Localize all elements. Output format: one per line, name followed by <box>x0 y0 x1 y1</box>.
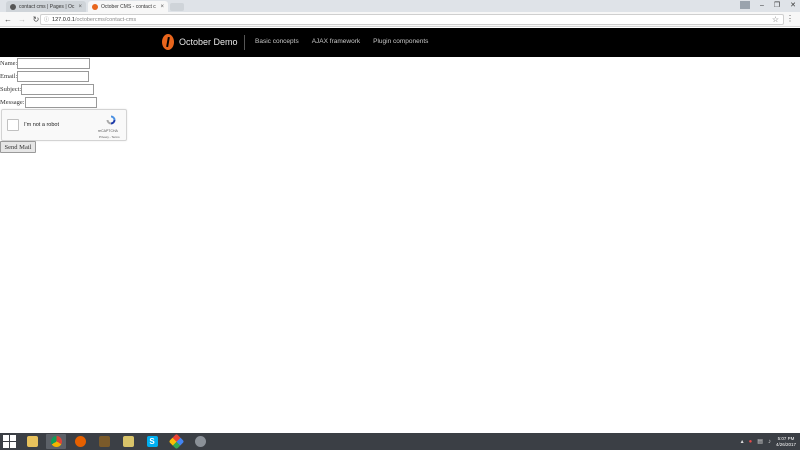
taskbar-apps: S <box>22 433 210 450</box>
nav-link-plugin-components[interactable]: Plugin components <box>373 38 428 45</box>
clock-date: 4/26/2017 <box>775 441 796 447</box>
tab-title: contact cms | Pages | Oc <box>19 3 75 10</box>
bookmark-star-icon[interactable]: ☆ <box>772 15 779 24</box>
folder-icon[interactable] <box>118 434 138 449</box>
browser-menu-icon[interactable]: ⋮ <box>786 14 794 23</box>
close-icon[interactable]: × <box>160 4 164 10</box>
minimize-icon[interactable]: – <box>760 2 764 9</box>
name-row: Name: <box>0 57 97 70</box>
chrome-icon[interactable] <box>46 434 66 449</box>
browser-tab-strip: contact cms | Pages | Oc × October CMS -… <box>0 0 800 12</box>
brand-name: October Demo <box>179 37 238 47</box>
settings-app-icon[interactable] <box>190 434 210 449</box>
system-tray: ▴ ● ▤ ♪ 5:07 PM 4/26/2017 <box>741 433 796 450</box>
android-app-icon[interactable] <box>166 433 186 450</box>
name-label: Name: <box>0 60 18 67</box>
reload-icon[interactable]: ↻ <box>32 15 40 24</box>
message-label: Message: <box>0 99 25 106</box>
file-explorer-icon[interactable] <box>22 434 42 449</box>
subject-input[interactable] <box>21 84 95 95</box>
tray-app-icon[interactable]: ● <box>749 439 753 445</box>
new-tab-button[interactable] <box>170 3 184 11</box>
firefox-icon[interactable] <box>70 434 90 449</box>
restore-icon[interactable]: ❐ <box>774 1 780 9</box>
brand-link[interactable]: October Demo <box>162 34 238 50</box>
recaptcha-brand: reCAPTCHA <box>98 129 118 133</box>
url-path: /octobercms/contact-cms <box>74 16 137 23</box>
browser-tab-pages[interactable]: contact cms | Pages | Oc × <box>6 1 86 12</box>
browser-tab-contact[interactable]: October CMS - contact c × <box>88 1 168 12</box>
recaptcha-privacy-terms[interactable]: Privacy - Terms <box>99 135 120 139</box>
recaptcha-widget: I'm not a robot reCAPTCHA Privacy - Term… <box>1 109 127 141</box>
skype-icon[interactable]: S <box>142 434 162 449</box>
nav-link-ajax-framework[interactable]: AJAX framework <box>312 38 360 45</box>
email-row: Email: <box>0 70 97 83</box>
network-icon[interactable]: ▤ <box>757 438 763 445</box>
nav-divider <box>244 35 245 50</box>
clock[interactable]: 5:07 PM 4/26/2017 <box>776 436 796 448</box>
address-bar[interactable]: ⓘ 127.0.0.1/octobercms/contact-cms ☆ <box>40 14 784 25</box>
nav-link-basic-concepts[interactable]: Basic concepts <box>255 38 299 45</box>
page-info-icon[interactable]: ⓘ <box>44 16 49 23</box>
subject-label: Subject: <box>0 86 22 93</box>
recaptcha-checkbox[interactable] <box>7 119 19 131</box>
message-input[interactable] <box>24 97 97 108</box>
recaptcha-label: I'm not a robot <box>24 122 59 128</box>
skype-letter: S <box>146 436 158 447</box>
subject-row: Subject: <box>0 83 97 96</box>
october-logo-icon <box>162 34 174 50</box>
email-label: Email: <box>0 73 18 80</box>
recaptcha-logo-icon <box>106 115 116 125</box>
profile-icon[interactable] <box>739 1 750 9</box>
october-favicon-icon <box>92 3 98 10</box>
browser-toolbar: ← → ↻ ⓘ 127.0.0.1/octobercms/contact-cms… <box>0 12 800 27</box>
name-input[interactable] <box>17 58 91 69</box>
close-icon[interactable]: × <box>78 4 82 10</box>
windows-taskbar: S ▴ ● ▤ ♪ 5:07 PM 4/26/2017 <box>0 433 800 450</box>
url-host: 127.0.0.1 <box>52 16 75 23</box>
forward-arrow-icon[interactable]: → <box>18 15 26 24</box>
github-favicon-icon <box>10 3 16 10</box>
window-controls: – ❐ ✕ <box>739 0 796 10</box>
media-app-icon[interactable] <box>94 434 114 449</box>
start-icon[interactable] <box>3 435 17 448</box>
volume-icon[interactable]: ♪ <box>768 439 771 445</box>
chevron-up-icon[interactable]: ▴ <box>741 438 744 445</box>
site-navbar: October Demo Basic concepts AJAX framewo… <box>0 28 800 57</box>
tab-title: October CMS - contact c <box>101 3 156 10</box>
contact-form: Name: Email: Subject: Message: I'm not a… <box>0 57 127 153</box>
email-input[interactable] <box>17 71 90 82</box>
nav-links: Basic concepts AJAX framework Plugin com… <box>255 38 428 45</box>
back-arrow-icon[interactable]: ← <box>4 15 12 24</box>
close-window-icon[interactable]: ✕ <box>790 1 796 9</box>
send-mail-button[interactable]: Send Mail <box>0 141 36 153</box>
message-row: Message: <box>0 96 97 109</box>
